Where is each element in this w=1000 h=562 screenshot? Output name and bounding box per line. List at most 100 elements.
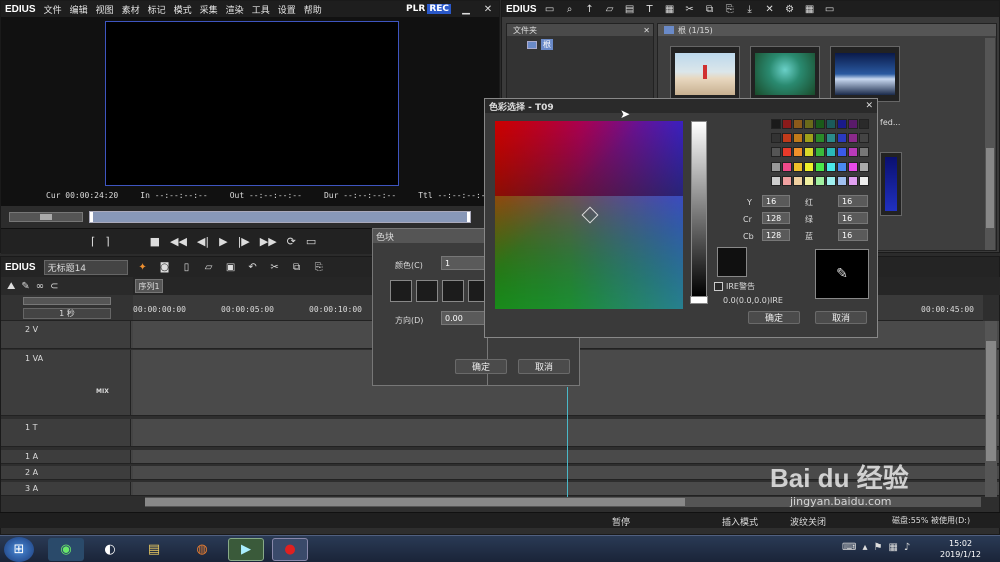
color-block-cancel-button-visible[interactable]: 取消: [518, 359, 570, 374]
undo-icon[interactable]: ↶: [246, 260, 260, 274]
mark-in-icon[interactable]: ⌈: [91, 235, 95, 248]
eyedropper-button[interactable]: ✎: [815, 249, 869, 299]
menu-marker[interactable]: 标记: [148, 3, 166, 16]
menu-settings[interactable]: 设置: [278, 3, 296, 16]
color-swatch[interactable]: [848, 119, 858, 129]
sequence-tab[interactable]: 序列1: [135, 279, 163, 293]
tray-volume-icon[interactable]: ♪: [904, 542, 910, 553]
color-swatch[interactable]: [848, 147, 858, 158]
color-swatch[interactable]: [826, 175, 836, 186]
color-swatch[interactable]: [771, 133, 781, 144]
color-swatch[interactable]: [793, 161, 803, 172]
color-swatch[interactable]: [837, 175, 847, 186]
cb-input[interactable]: 128: [762, 229, 790, 241]
view-icon[interactable]: ▦: [803, 2, 817, 16]
save-icon[interactable]: ▣: [224, 260, 238, 274]
color-swatch[interactable]: [804, 147, 814, 158]
color-swatch[interactable]: [837, 133, 847, 144]
tray-keyboard-icon[interactable]: ⌨: [842, 542, 856, 553]
new-project-icon[interactable]: ▯: [180, 260, 194, 274]
close-icon[interactable]: ✕: [865, 101, 873, 111]
copy-icon[interactable]: ⧉: [290, 260, 304, 274]
direction-input[interactable]: 0.00: [441, 311, 487, 325]
color-swatch[interactable]: [804, 175, 814, 186]
menu-view[interactable]: 视图: [96, 3, 114, 16]
folder-icon[interactable]: ▭: [543, 2, 557, 16]
taskbar-firefox-icon[interactable]: ◍: [184, 538, 220, 561]
tray-flag-icon[interactable]: ⚑: [873, 542, 882, 553]
color-swatch[interactable]: [815, 147, 825, 158]
luminance-handle[interactable]: [690, 296, 708, 304]
cut-icon[interactable]: ✂: [683, 2, 697, 16]
open-clip-icon[interactable]: ▱: [603, 2, 617, 16]
color-picker-cancel-button[interactable]: 取消: [815, 311, 867, 324]
color-swatch[interactable]: [815, 119, 825, 129]
taskbar-recorder-icon[interactable]: ●: [272, 538, 308, 561]
step-forward-icon[interactable]: |▶: [238, 235, 250, 248]
color-swatch[interactable]: [771, 119, 781, 129]
mark-out-icon[interactable]: ⌉: [105, 235, 109, 248]
color-swatch[interactable]: [804, 161, 814, 172]
clip-thumb[interactable]: [750, 46, 820, 102]
folder-root[interactable]: 根: [507, 36, 653, 50]
color-swatch[interactable]: [804, 133, 814, 144]
jog-slider[interactable]: [9, 212, 83, 222]
sync-icon[interactable]: ⊂: [50, 281, 58, 292]
open-project-icon[interactable]: ▱: [202, 260, 216, 274]
color-swatch[interactable]: [859, 133, 869, 144]
color-slot[interactable]: [442, 280, 464, 302]
clip-scrollbar[interactable]: [985, 38, 995, 250]
paste-icon[interactable]: ⎘: [723, 2, 737, 16]
taskbar-app-green-icon[interactable]: ◉: [48, 538, 84, 561]
fast-forward-icon[interactable]: ▶▶: [260, 235, 277, 248]
color-swatch[interactable]: [782, 119, 792, 129]
color-bar-icon[interactable]: ▦: [663, 2, 677, 16]
loop-icon[interactable]: ⟳: [287, 235, 296, 248]
clock-time[interactable]: 15:02: [940, 538, 981, 549]
color-swatch[interactable]: [826, 161, 836, 172]
tray-network-icon[interactable]: ▦: [888, 542, 897, 553]
plr-mode[interactable]: PLR: [406, 4, 425, 14]
camera-icon[interactable]: ◙: [158, 260, 172, 274]
project-name[interactable]: 无标题14: [43, 259, 128, 275]
rewind-icon[interactable]: ◀◀: [170, 235, 187, 248]
scale-select[interactable]: 1 秒: [23, 308, 111, 319]
color-swatch[interactable]: [859, 161, 869, 172]
color-swatch[interactable]: [793, 133, 803, 144]
y-input[interactable]: 16: [762, 195, 790, 207]
copy-icon[interactable]: ⧉: [703, 2, 717, 16]
tray-arrow-icon[interactable]: ▴: [862, 542, 867, 553]
minimize-icon[interactable]: ▁: [459, 2, 473, 16]
color-swatch[interactable]: [771, 161, 781, 172]
status-insert-mode[interactable]: 插入模式: [722, 515, 758, 528]
color-swatch[interactable]: [815, 175, 825, 186]
add-clip-icon[interactable]: ▤: [623, 2, 637, 16]
color-swatch[interactable]: [815, 161, 825, 172]
clip-thumb[interactable]: [670, 46, 740, 102]
scale-slider[interactable]: [23, 297, 111, 305]
rec-mode[interactable]: REC: [427, 4, 451, 14]
color-swatch[interactable]: [804, 119, 814, 129]
clip-thumb[interactable]: [880, 152, 902, 216]
color-swatch[interactable]: [782, 147, 792, 158]
clip-thumb[interactable]: [830, 46, 900, 102]
color-swatch[interactable]: [837, 147, 847, 158]
menu-capture[interactable]: 采集: [200, 3, 218, 16]
up-icon[interactable]: ↑: [583, 2, 597, 16]
color-swatch[interactable]: [782, 133, 792, 144]
properties-icon[interactable]: ⚙: [783, 2, 797, 16]
menu-file[interactable]: 文件: [44, 3, 62, 16]
color-swatch[interactable]: [793, 147, 803, 158]
menu-help[interactable]: 帮助: [304, 3, 322, 16]
delete-icon[interactable]: ✕: [763, 2, 777, 16]
color-swatch[interactable]: [782, 161, 792, 172]
status-ripple[interactable]: 波纹关闭: [790, 515, 826, 528]
taskbar-explorer-icon[interactable]: ▤: [136, 538, 172, 561]
color-swatch[interactable]: [782, 175, 792, 186]
color-slot[interactable]: [416, 280, 438, 302]
color-swatch[interactable]: [859, 119, 869, 129]
track-lane[interactable]: [133, 419, 999, 446]
add-to-timeline-icon[interactable]: ⤓: [743, 2, 757, 16]
cut-icon[interactable]: ✂: [268, 260, 282, 274]
color-swatch[interactable]: [815, 133, 825, 144]
